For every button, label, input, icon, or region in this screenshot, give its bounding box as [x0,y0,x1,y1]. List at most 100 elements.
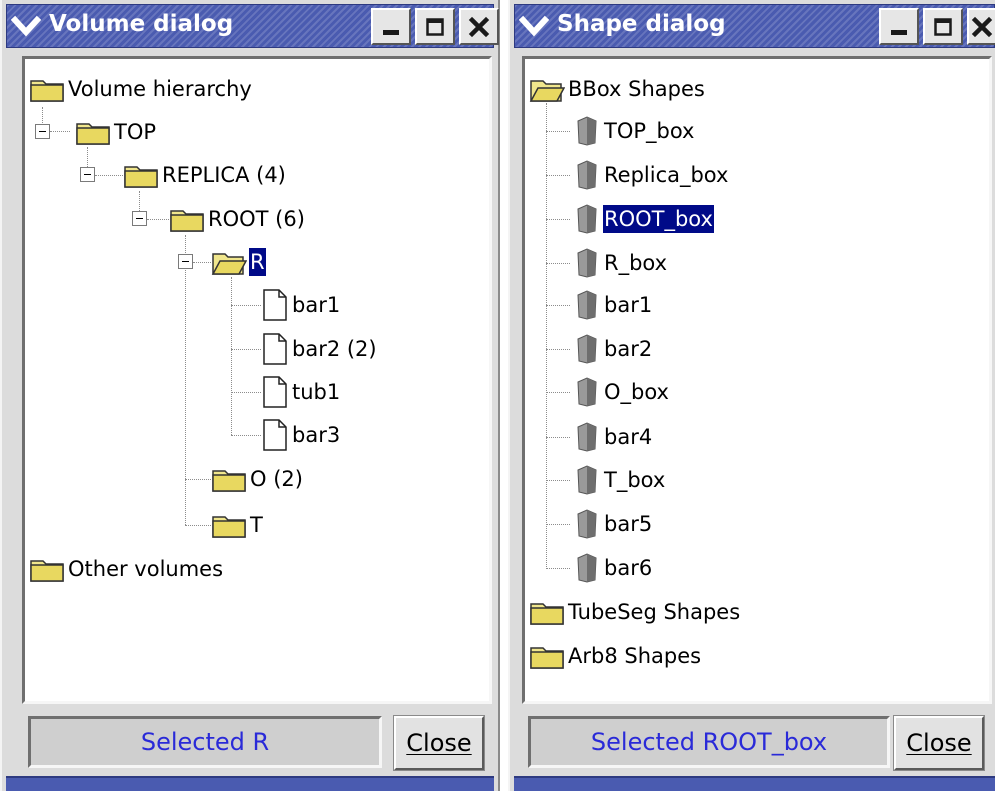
chevron-down-icon[interactable] [519,11,549,41]
tree-node-o[interactable]: O (2) [211,459,304,499]
tree-node-bbox-shapes[interactable]: BBox Shapes [529,69,706,109]
folder-open-icon [211,253,247,275]
status-field: Selected ROOT_box [528,716,890,768]
close-window-button[interactable] [967,8,995,45]
tree-node-bar2[interactable]: bar2 (2) [261,329,378,369]
node-label: REPLICA (4) [162,163,286,187]
minimize-icon [891,29,907,35]
collapse-toggle-r[interactable] [178,254,193,269]
tree-node-root[interactable]: ROOT (6) [169,199,306,239]
tree-node-r[interactable]: R [211,242,266,282]
window-title: Shape dialog [557,11,726,37]
chevron-down-icon[interactable] [11,11,41,41]
volume-dialog-window: Volume dialog Volume hierarchy TOP REPLI… [0,0,500,791]
shape-tree[interactable]: BBox Shapes TOP_box Replica_box ROOT_box… [522,56,992,704]
window-bottom-edge [514,776,995,791]
node-label: Arb8 Shapes [568,644,702,668]
volume-dialog-titlebar[interactable]: Volume dialog [6,4,499,48]
tree-node-tub1[interactable]: tub1 [261,372,341,412]
node-label: Replica_box [604,163,729,187]
tree-node-shape[interactable]: bar5 [573,504,653,544]
minimize-button[interactable] [371,8,411,45]
node-label: ROOT (6) [208,207,305,231]
node-label: R_box [604,251,668,275]
collapse-toggle-replica[interactable] [80,167,95,182]
folder-icon [30,80,64,102]
node-label: tub1 [292,380,341,404]
tree-node-bar1[interactable]: bar1 [261,285,341,325]
folder-icon [30,560,64,582]
file-icon [263,333,287,365]
shape-icon [577,290,597,320]
close-button-label: Close [406,729,472,757]
tree-node-shape[interactable]: R_box [573,243,668,283]
tree-node-shape[interactable]: O_box [573,372,670,412]
tree-node-volume-hierarchy[interactable]: Volume hierarchy [29,69,253,109]
maximize-icon [934,17,952,36]
folder-icon [530,647,564,669]
node-label: bar5 [604,512,653,536]
tree-node-arb8-shapes[interactable]: Arb8 Shapes [529,636,702,676]
file-icon [263,419,287,451]
shape-icon [577,116,597,146]
folder-icon [124,166,158,188]
close-button[interactable]: Close [893,715,985,771]
folder-icon [212,470,246,492]
tree-node-shape[interactable]: bar2 [573,329,653,369]
tree-node-replica[interactable]: REPLICA (4) [123,155,287,195]
shape-icon [577,509,597,539]
close-button[interactable]: Close [393,715,485,771]
close-button-label: Close [906,729,972,757]
folder-open-icon [529,80,565,102]
window-title: Volume dialog [49,11,234,37]
minimize-button[interactable] [879,8,919,45]
node-label: T_box [604,468,666,492]
file-icon [263,376,287,408]
tree-node-top[interactable]: TOP [75,112,157,152]
node-label: bar3 [292,423,341,447]
tree-node-shape[interactable]: bar6 [573,548,653,588]
node-label: bar2 (2) [292,337,377,361]
tree-node-shape[interactable]: bar4 [573,417,653,457]
close-icon [468,16,490,37]
collapse-toggle-root[interactable] [132,211,147,226]
tree-node-shape[interactable]: T_box [573,460,666,500]
tree-node-bar3[interactable]: bar3 [261,415,341,455]
tree-node-shape[interactable]: Replica_box [573,155,729,195]
maximize-button[interactable] [415,8,455,45]
node-label: Volume hierarchy [68,77,252,101]
shape-icon [577,422,597,452]
shape-icon [577,553,597,583]
collapse-toggle-top[interactable] [35,124,50,139]
volume-tree[interactable]: Volume hierarchy TOP REPLICA (4) ROOT (6… [22,56,492,704]
folder-icon [530,603,564,625]
folder-icon [76,123,110,145]
node-label: TubeSeg Shapes [568,600,741,624]
node-label: Other volumes [68,557,224,581]
tree-node-other-volumes[interactable]: Other volumes [29,549,224,589]
node-label: TOP_box [604,119,695,143]
file-icon [263,289,287,321]
folder-icon [212,516,246,538]
node-label: bar1 [604,293,653,317]
shape-dialog-titlebar[interactable]: Shape dialog [514,4,995,48]
node-label: bar2 [604,337,653,361]
shape-icon [577,465,597,495]
node-label: T [250,513,263,537]
tree-node-shape[interactable]: TOP_box [573,111,695,151]
shape-icon [577,377,597,407]
shape-dialog-window: Shape dialog BBox Shapes TOP_box Replica… [508,0,995,791]
maximize-button[interactable] [923,8,963,45]
tree-node-t[interactable]: T [211,505,264,545]
tree-node-shape[interactable]: ROOT_box [573,199,714,239]
node-label: O_box [604,380,669,404]
tree-node-shape[interactable]: bar1 [573,285,653,325]
shape-icon [577,248,597,278]
close-window-button[interactable] [459,8,499,45]
close-icon [971,16,993,37]
minimize-icon [383,29,399,35]
node-label: BBox Shapes [568,77,705,101]
tree-node-tubeseg-shapes[interactable]: TubeSeg Shapes [529,592,741,632]
status-field: Selected R [28,716,382,768]
maximize-icon [426,17,444,36]
